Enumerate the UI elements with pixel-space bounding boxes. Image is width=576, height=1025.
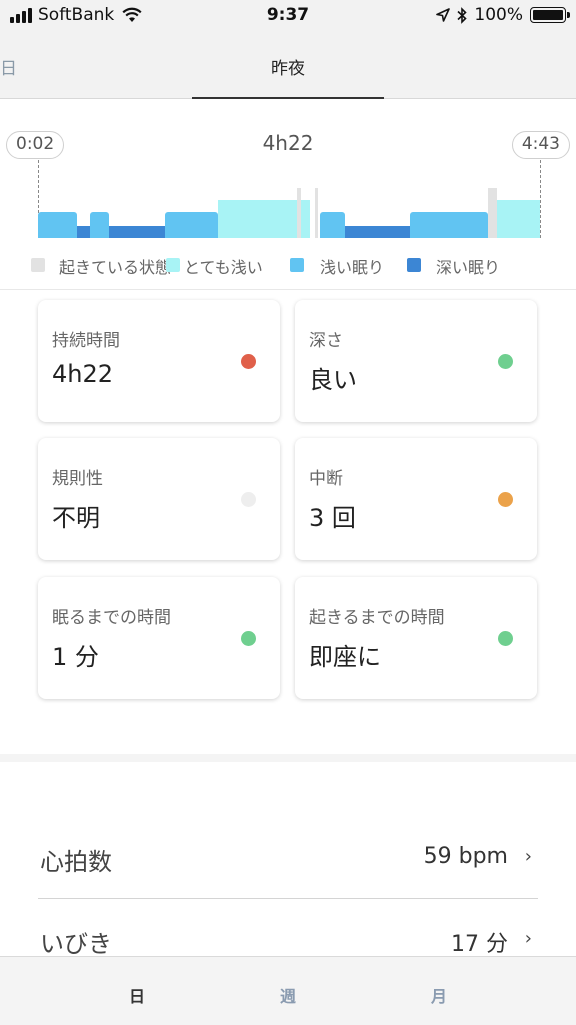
- metric-title: 持続時間: [52, 331, 120, 351]
- tab-day[interactable]: 日: [107, 983, 167, 1007]
- metric-value: 3 回: [309, 504, 356, 532]
- metric-title: 起きるまでの時間: [309, 608, 445, 628]
- sleep-bar-deep: [77, 226, 90, 238]
- status-dot: [498, 492, 513, 507]
- status-dot: [241, 354, 256, 369]
- detail-value: 59 bpm: [423, 844, 508, 869]
- legend-label-very-light: とても浅い: [184, 258, 263, 277]
- section-band: [0, 754, 576, 762]
- row-divider: [38, 898, 538, 899]
- metric-card-time-to-sleep[interactable]: 眠るまでの時間 1 分: [38, 577, 280, 699]
- metric-value: 不明: [52, 504, 100, 532]
- sleep-bar-awake: [314, 188, 319, 238]
- metric-card-interruptions[interactable]: 中断 3 回: [295, 438, 537, 560]
- sleep-bar-very-light: [218, 200, 298, 238]
- metric-card-depth[interactable]: 深さ 良い: [295, 300, 537, 422]
- status-dot: [241, 631, 256, 646]
- tab-week[interactable]: 週: [258, 983, 318, 1007]
- battery-percent: 100%: [474, 5, 523, 25]
- sleep-bar-deep: [345, 226, 410, 238]
- legend-swatch-awake: [31, 258, 45, 272]
- location-arrow-icon: [436, 8, 451, 22]
- metric-value: 4h22: [52, 360, 114, 388]
- section-divider: [0, 289, 576, 290]
- tab-month[interactable]: 月: [409, 983, 469, 1007]
- end-time-label: 4:43: [511, 131, 570, 159]
- legend-swatch-light: [290, 258, 304, 272]
- sleep-bar-light: [320, 212, 346, 238]
- sleep-stage-chart: 0:02 4h22 4:43 起きている状態 とても浅い 浅い眠り 深い眠り: [0, 99, 576, 289]
- metric-title: 深さ: [309, 331, 343, 351]
- detail-value: 17 分: [451, 932, 508, 957]
- metric-card-regularity[interactable]: 規則性 不明: [38, 438, 280, 560]
- legend-swatch-very-light: [166, 258, 180, 272]
- metric-value: 良い: [309, 366, 357, 394]
- sleep-bar-light: [38, 212, 78, 238]
- legend-label-light: 浅い眠り: [320, 258, 385, 277]
- legend-swatch-deep: [407, 258, 421, 272]
- tab-last-night[interactable]: 昨夜: [192, 54, 384, 79]
- status-dot: [498, 631, 513, 646]
- legend-label-awake: 起きている状態: [59, 258, 172, 277]
- sleep-bar-light: [89, 212, 110, 238]
- status-dot: [498, 354, 513, 369]
- metric-title: 眠るまでの時間: [52, 608, 171, 628]
- bottom-tab-bar: 日 週 月: [0, 956, 576, 1025]
- sleep-bar-light: [164, 212, 219, 238]
- metric-card-time-to-wake[interactable]: 起きるまでの時間 即座に: [295, 577, 537, 699]
- detail-row-heart-rate[interactable]: 心拍数 59 bpm ›: [38, 830, 538, 890]
- chevron-right-icon: ›: [524, 928, 532, 949]
- battery-icon: [530, 7, 570, 23]
- bluetooth-icon: [457, 6, 468, 24]
- legend-label-deep: 深い眠り: [436, 258, 501, 277]
- status-dot: [241, 492, 256, 507]
- sleep-bar-very-light: [497, 200, 540, 238]
- metric-title: 規則性: [52, 469, 103, 489]
- tab-previous-day[interactable]: 日: [0, 54, 17, 79]
- metric-title: 中断: [309, 469, 343, 489]
- status-bar: SoftBank 9:37 100%: [0, 0, 576, 32]
- detail-label: いびき: [40, 930, 112, 958]
- metric-card-duration[interactable]: 持続時間 4h22: [38, 300, 280, 422]
- metric-value: 1 分: [52, 643, 99, 671]
- chart-legend: 起きている状態 とても浅い 浅い眠り 深い眠り: [0, 254, 576, 278]
- sleep-duration-label: 4h22: [262, 131, 314, 155]
- sleep-bar-very-light: [300, 200, 310, 238]
- sleep-bar-awake: [488, 188, 498, 238]
- end-time-marker: [540, 160, 541, 238]
- detail-label: 心拍数: [40, 848, 112, 876]
- chevron-right-icon: ›: [524, 846, 532, 867]
- sleep-bar-light: [409, 212, 489, 238]
- period-tabs: 日 昨夜: [0, 32, 576, 99]
- sleep-bar-deep: [109, 226, 165, 238]
- metric-value: 即座に: [309, 643, 381, 671]
